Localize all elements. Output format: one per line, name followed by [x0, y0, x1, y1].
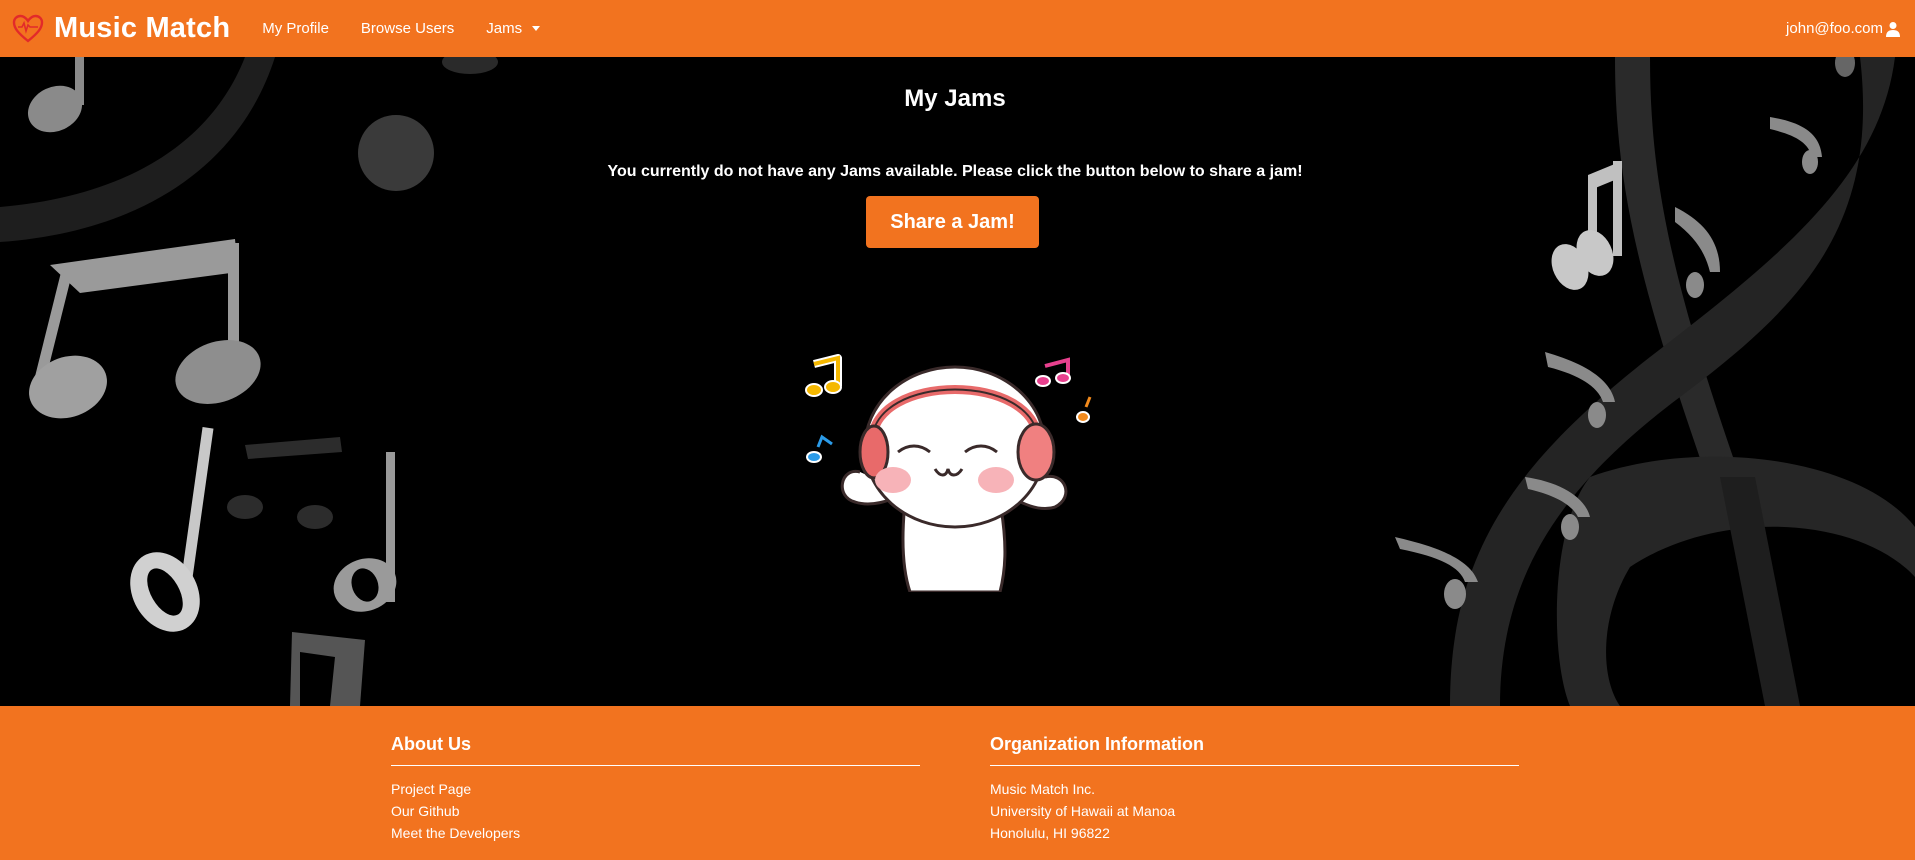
user-icon	[1886, 21, 1900, 37]
user-menu[interactable]: john@foo.com	[1786, 0, 1901, 57]
main-content: My Jams You currently do not have any Ja…	[0, 57, 1915, 706]
music-note-icon	[806, 434, 833, 463]
footer-org-address: Honolulu, HI 96822	[990, 825, 1110, 841]
nav-jams-label: Jams	[486, 20, 523, 37]
footer-divider	[990, 765, 1519, 766]
heart-logo-icon	[12, 14, 44, 43]
headphones-character-illustration	[805, 354, 1092, 592]
footer-org-heading: Organization Information	[990, 734, 1204, 754]
footer-about-section: About Us Project Page Our Github Meet th…	[391, 734, 920, 844]
footer-org-name: Music Match Inc.	[990, 781, 1096, 797]
user-email: john@foo.com	[1786, 20, 1883, 37]
caret-down-icon	[532, 26, 541, 31]
nav-browse-users[interactable]: Browse Users	[361, 20, 454, 37]
empty-jams-message: You currently do not have any Jams avail…	[607, 163, 1303, 180]
navbar: Music Match My Profile Browse Users Jams…	[0, 0, 1915, 57]
brand-name: Music Match	[54, 12, 231, 44]
footer-link-developers[interactable]: Meet the Developers	[391, 822, 920, 844]
music-note-icon	[1076, 396, 1092, 423]
nav-my-profile[interactable]: My Profile	[262, 20, 329, 37]
music-note-icon	[805, 354, 842, 397]
brand-link[interactable]: Music Match	[12, 12, 230, 45]
footer-link-project-page[interactable]: Project Page	[391, 778, 920, 800]
footer-link-github[interactable]: Our Github	[391, 800, 920, 822]
footer-org-section: Organization Information Music Match Inc…	[990, 734, 1519, 844]
share-jam-button[interactable]: Share a Jam!	[866, 196, 1039, 248]
footer-about-heading: About Us	[391, 734, 471, 754]
nav-jams-dropdown[interactable]: Jams	[486, 20, 541, 37]
footer-divider	[391, 765, 920, 766]
page-title: My Jams	[904, 85, 1006, 112]
footer-org-university: University of Hawaii at Manoa	[990, 803, 1176, 819]
footer: About Us Project Page Our Github Meet th…	[0, 706, 1915, 860]
music-note-icon	[1035, 357, 1071, 387]
